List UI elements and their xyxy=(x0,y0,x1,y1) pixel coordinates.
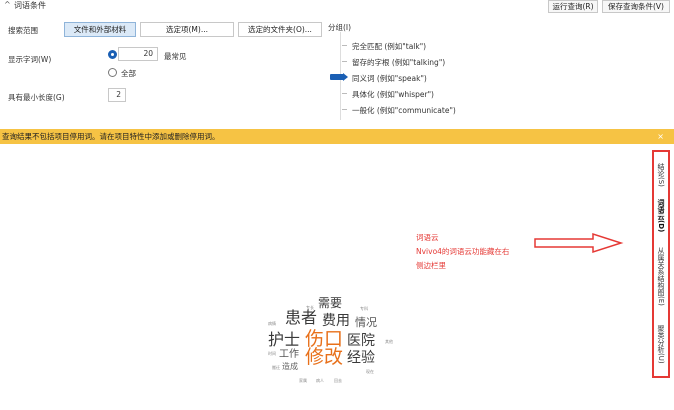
cloud-word[interactable]: 情况 xyxy=(355,317,377,328)
info-message: 查询结果不包括项目停用词。请在项目特性中添加或删除停用词。 xyxy=(2,132,220,141)
most-frequent-label: 最常见 xyxy=(164,52,187,61)
cloud-word[interactable]: 患者 xyxy=(285,310,317,326)
cloud-word[interactable]: 经验 xyxy=(347,351,375,365)
min-length-input[interactable]: 2 xyxy=(108,88,126,102)
cloud-word[interactable]: 费用 xyxy=(322,314,350,328)
tab-dependency-tree[interactable]: 从属关系结构图(E) xyxy=(654,238,668,314)
cloud-word[interactable]: 其他 xyxy=(385,340,393,344)
grouping-slider-thumb[interactable] xyxy=(330,73,348,81)
cloud-word[interactable]: 搬迁 xyxy=(272,366,280,370)
scope-selected-items-button[interactable]: 选定项(M)... xyxy=(140,22,234,37)
tab-summary[interactable]: 结论(S) xyxy=(654,156,668,194)
most-frequent-radio[interactable] xyxy=(108,50,117,59)
annotation-line: 侧边栏里 xyxy=(416,261,446,270)
scope-selected-folders-button[interactable]: 选定的文件夹(O)... xyxy=(238,22,322,37)
word-cloud-canvas xyxy=(0,144,650,410)
cloud-word[interactable]: 需要 xyxy=(318,297,342,309)
cloud-word[interactable]: 回去 xyxy=(334,379,342,383)
display-words-label: 显示字词(W) xyxy=(8,55,52,64)
grouping-specializations[interactable]: 具体化 (例如"whisper") xyxy=(352,89,434,100)
all-label: 全部 xyxy=(121,69,136,78)
cloud-word[interactable]: 时间 xyxy=(268,352,276,356)
grouping-tick xyxy=(342,45,347,46)
cloud-word[interactable]: 病人 xyxy=(316,379,324,383)
section-title: 词语条件 xyxy=(14,1,46,10)
cloud-word[interactable]: 护士 xyxy=(268,332,300,348)
right-side-panel: 结论(S) 词语云(D) 从属关系结构图(E) 聚类分析(U) xyxy=(652,150,670,378)
grouping-generalizations[interactable]: 一般化 (例如"communicate") xyxy=(352,105,456,116)
criteria-header: ^ 词语条件 运行查询(R) 保存查询条件(V) xyxy=(0,0,674,14)
collapse-icon[interactable]: ^ xyxy=(4,0,11,9)
scope-files-button[interactable]: 文件和外部材料 xyxy=(64,22,136,37)
grouping-tick xyxy=(342,93,347,94)
save-query-button[interactable]: 保存查询条件(V) xyxy=(602,0,670,13)
display-count-input[interactable]: 20 xyxy=(118,47,158,61)
arrow-right-icon xyxy=(534,232,624,254)
annotation-line: Nvivo4的词语云功能藏在右 xyxy=(416,247,510,256)
cloud-word[interactable]: 工作 xyxy=(279,350,299,360)
all-radio[interactable] xyxy=(108,68,117,77)
cloud-word[interactable]: 医院 xyxy=(347,334,375,348)
cloud-word[interactable]: 家属 xyxy=(299,379,307,383)
close-icon[interactable]: × xyxy=(657,129,664,144)
grouping-tick xyxy=(342,61,347,62)
info-bar: 查询结果不包括项目停用词。请在项目特性中添加或删除停用词。 × xyxy=(0,129,674,144)
tab-word-cloud[interactable]: 词语云(D) xyxy=(654,196,668,236)
grouping-exact-match[interactable]: 完全匹配 (例如"talk") xyxy=(352,41,426,52)
tab-cluster-analysis[interactable]: 聚类分析(U) xyxy=(654,316,668,372)
grouping-synonyms[interactable]: 同义词 (例如"speak") xyxy=(352,73,427,84)
cloud-word[interactable]: 现在 xyxy=(366,370,374,374)
grouping-stemmed[interactable]: 留存的字根 (例如"talking") xyxy=(352,57,445,68)
min-length-label: 具有最小长度(G) xyxy=(8,93,65,102)
cloud-word[interactable]: 修改 xyxy=(305,348,343,367)
annotation-title: 词语云 xyxy=(416,233,439,242)
cloud-word[interactable]: 病情 xyxy=(268,322,276,326)
cloud-word[interactable]: 专科 xyxy=(360,307,368,311)
grouping-tick xyxy=(342,109,347,110)
cloud-word[interactable]: 造成 xyxy=(282,363,298,371)
search-scope-label: 搜索范围 xyxy=(8,26,38,35)
run-query-button[interactable]: 运行查询(R) xyxy=(548,0,598,13)
